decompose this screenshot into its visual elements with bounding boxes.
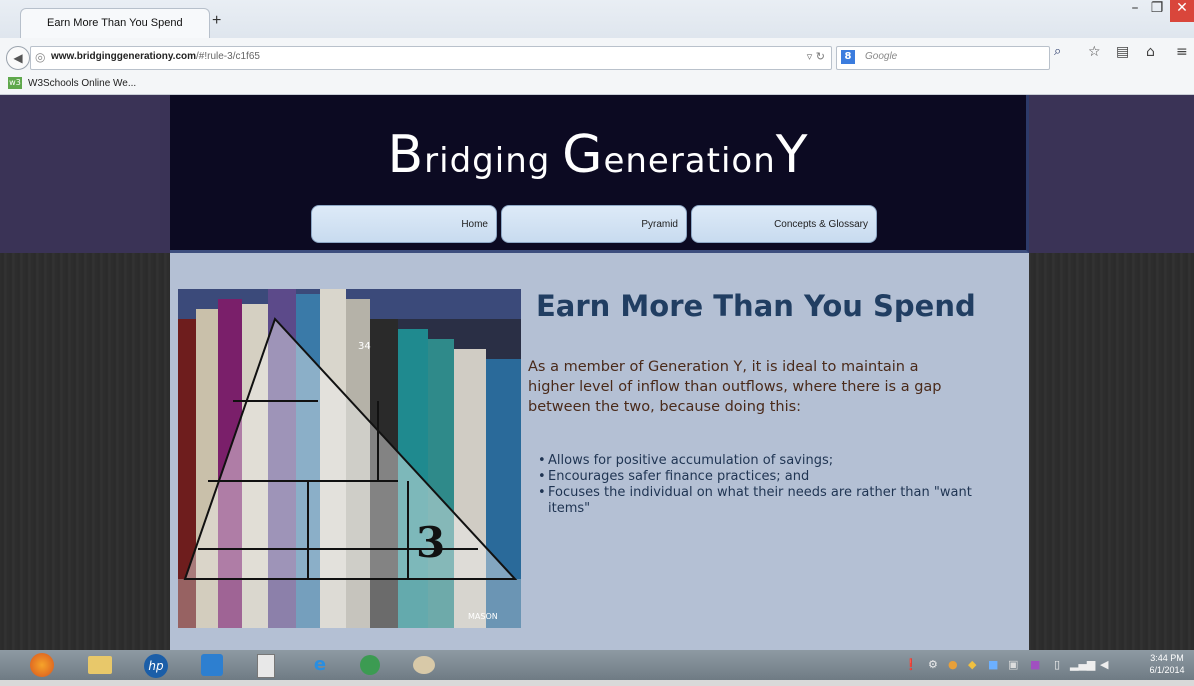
internet-explorer-icon[interactable]: e (300, 652, 340, 678)
menu-icon[interactable]: ≡ (1176, 44, 1188, 60)
star-icon[interactable]: ☆ (1088, 44, 1101, 60)
tab-title: Earn More Than You Spend (47, 17, 183, 29)
browser-tab[interactable]: Earn More Than You Spend (20, 8, 210, 39)
title-part-2: eneration (603, 141, 776, 181)
page-heading: Earn More Than You Spend (536, 289, 976, 323)
tray-icon-2[interactable]: ● (948, 658, 958, 671)
search-icon[interactable]: ⌕ (1054, 44, 1061, 59)
nav-home[interactable]: Home (311, 205, 497, 243)
title-letter-g: G (562, 125, 604, 185)
tray-icon-3[interactable]: ◆ (968, 658, 976, 671)
site-header: Bridging GenerationY Home Pyramid Concep… (170, 95, 1029, 253)
clock-date: 6/1/2014 (1149, 665, 1185, 675)
nav-concepts-label: Concepts & Glossary (774, 219, 868, 230)
nav-pyramid-label: Pyramid (641, 219, 678, 230)
search-engine-icon[interactable]: 8 (841, 50, 855, 64)
globe-icon: ◎ (35, 50, 46, 64)
navigation-toolbar: ◀ ◎ www.bridginggenerationy.com/#!rule-3… (0, 38, 1194, 75)
paint-icon[interactable] (404, 652, 444, 678)
alert-icon[interactable]: ❗ (904, 658, 918, 671)
home-icon[interactable]: ⌂ (1146, 44, 1155, 60)
nav-concepts-glossary[interactable]: Concepts & Glossary (691, 205, 877, 243)
nav-pyramid[interactable]: Pyramid (501, 205, 687, 243)
title-letter-y: Y (775, 125, 809, 185)
tool-icon[interactable] (192, 652, 232, 678)
tab-bar: Earn More Than You Spend + – ❐ ✕ (0, 0, 1194, 39)
tray-icon-5[interactable]: ▣ (1008, 658, 1018, 671)
tray-icon-4[interactable]: ■ (988, 658, 998, 671)
book-label-34: 34 (358, 341, 371, 352)
title-part-1: ridging (424, 141, 563, 181)
firefox-icon[interactable] (22, 652, 62, 678)
calculator-icon[interactable] (246, 652, 286, 678)
search-placeholder: Google (865, 51, 898, 62)
url-bar[interactable]: ◎ www.bridginggenerationy.com/#!rule-3/c… (30, 46, 832, 70)
tray-icon-1[interactable]: ⚙ (928, 658, 938, 671)
onenote-icon[interactable]: ■ (1030, 658, 1040, 671)
bookmark-w3schools[interactable]: W3Schools Online We... (28, 78, 136, 89)
signal-icon[interactable]: ▂▄▆ (1070, 658, 1095, 671)
web-page: Bridging GenerationY Home Pyramid Concep… (0, 95, 1194, 650)
url-path: /#!rule-3/c1f65 (196, 51, 260, 62)
book-label-mason: MASON (468, 612, 498, 621)
new-tab-button[interactable]: + (212, 12, 221, 30)
list-item: Encourages safer finance practices; and (536, 469, 976, 485)
file-explorer-icon[interactable] (80, 652, 120, 678)
nav-home-label: Home (461, 219, 488, 230)
hp-icon[interactable]: hp (136, 652, 176, 678)
intro-paragraph: As a member of Generation Y, it is ideal… (528, 359, 942, 415)
list-item: Focuses the individual on what their nee… (536, 485, 976, 517)
system-clock[interactable]: 3:44 PM 6/1/2014 (1140, 652, 1194, 676)
clock-time: 3:44 PM (1150, 653, 1184, 663)
search-box[interactable]: 8 Google (836, 46, 1050, 70)
benefits-list: Allows for positive accumulation of savi… (536, 453, 976, 517)
pyramid-number: 3 (416, 518, 445, 567)
list-item: Allows for positive accumulation of savi… (536, 453, 976, 469)
url-domain: www.bridginggenerationy.com (51, 51, 197, 62)
url-text: www.bridginggenerationy.com/#!rule-3/c1f… (51, 51, 260, 62)
restore-button[interactable]: ❐ (1146, 0, 1168, 22)
w3schools-icon: w3 (8, 77, 22, 89)
bookmarks-bar: w3 W3Schools Online We... (0, 74, 1194, 95)
pyramid-image-svg: 34 3 MASON (178, 289, 521, 628)
close-window-button[interactable]: ✕ (1170, 0, 1194, 22)
title-letter-b: B (387, 125, 425, 185)
back-icon[interactable]: ◀ (6, 46, 30, 70)
reload-icon[interactable]: ▿ ↻ (807, 50, 825, 63)
main-content: 34 3 MASON Earn More Than You Spend As a… (170, 253, 1029, 650)
minimize-button[interactable]: – (1124, 0, 1146, 22)
network-icon[interactable] (350, 652, 390, 678)
volume-icon[interactable]: ◀ (1100, 658, 1108, 671)
battery-icon[interactable]: ▯ (1054, 658, 1060, 671)
pyramid-bookshelf-image: 34 3 MASON (178, 289, 521, 628)
reading-list-icon[interactable]: ▤ (1116, 44, 1129, 60)
site-title: Bridging GenerationY (170, 125, 1026, 185)
taskbar: hp e ❗ ⚙ ● ◆ ■ ▣ ■ ▯ ▂▄▆ ◀ 3:44 PM 6/1/2… (0, 650, 1194, 680)
